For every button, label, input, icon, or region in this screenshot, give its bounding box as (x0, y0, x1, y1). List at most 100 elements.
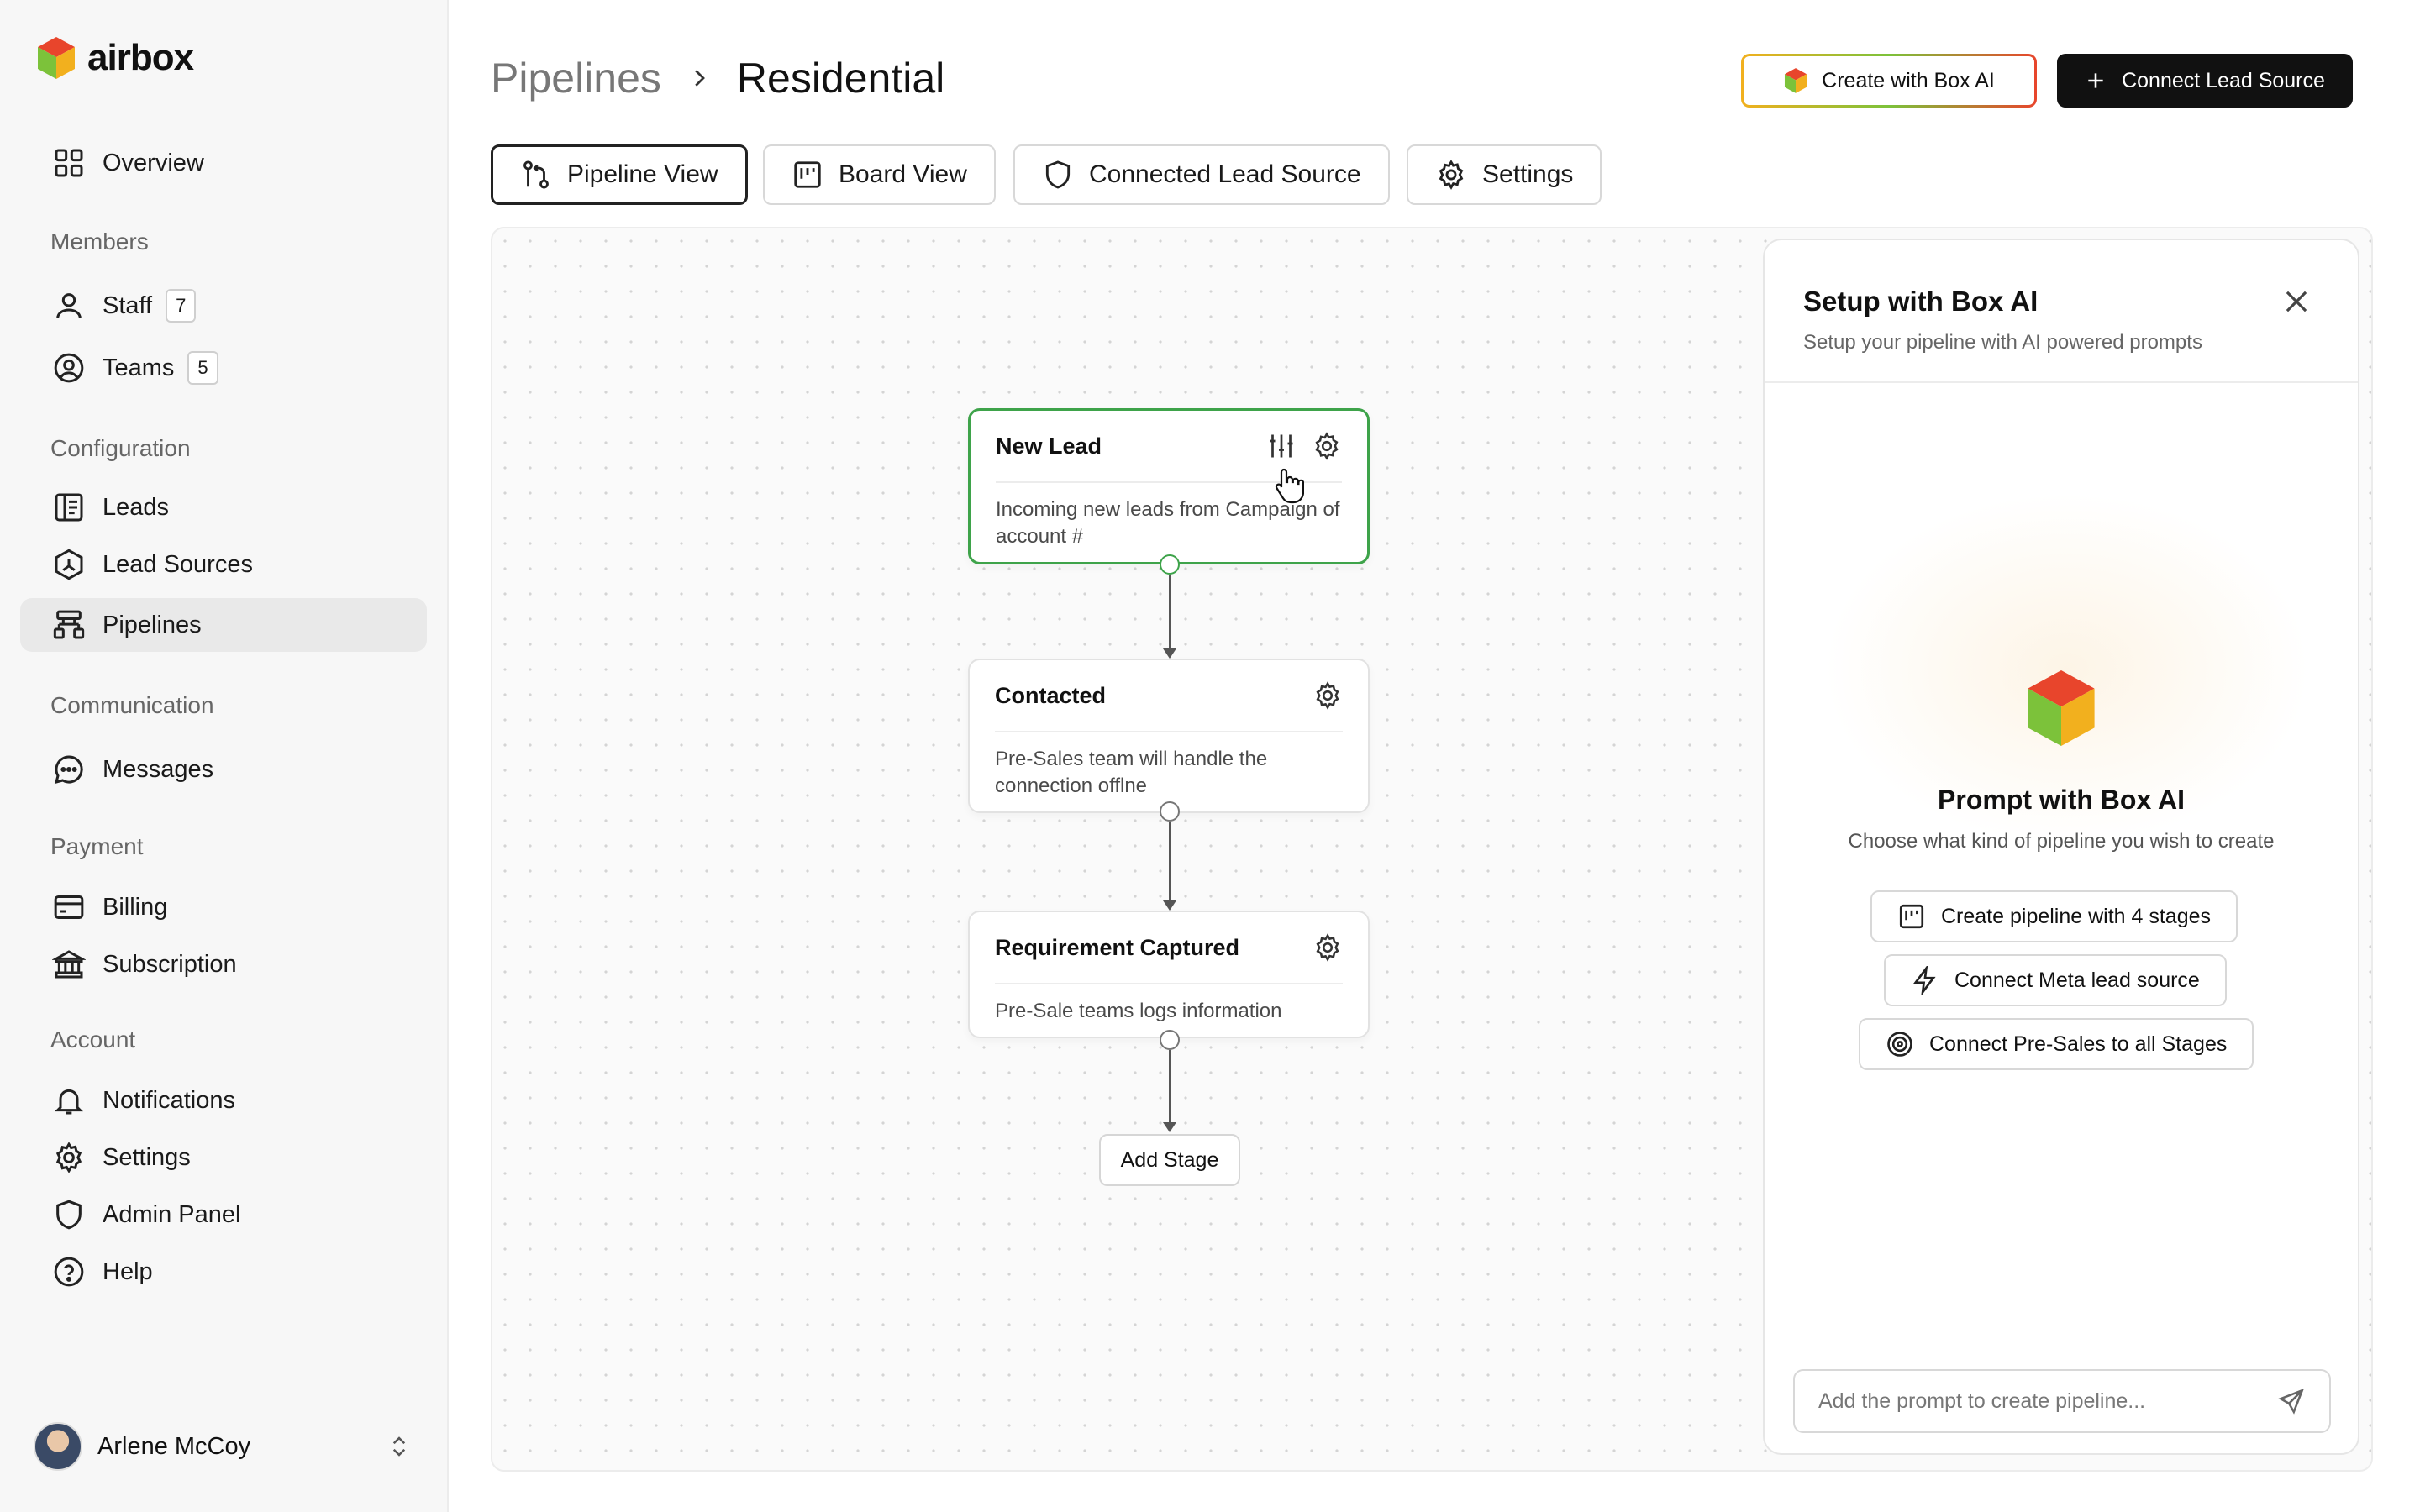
tab-label: Board View (839, 160, 967, 188)
hand-cursor-icon (1274, 467, 1304, 504)
stage-description: Incoming new leads from Campaign of acco… (996, 498, 1340, 548)
board-icon (1899, 904, 1924, 929)
target-icon (1887, 1032, 1912, 1057)
chevron-up-down-icon (387, 1434, 412, 1459)
connect-lead-source-label: Connect Lead Source (2122, 68, 2325, 92)
close-icon[interactable] (2281, 286, 2312, 318)
hexagon-icon (50, 546, 87, 583)
stage-description: Pre-Sale teams logs information (995, 1000, 1282, 1022)
create-with-box-ai-button[interactable]: Create with Box AI (1741, 54, 2037, 108)
suggestion-connect-meta[interactable]: Connect Meta lead source (1884, 954, 2227, 1006)
stage-card-requirement-captured[interactable]: Requirement Captured Pre-Sale teams logs… (968, 911, 1370, 1038)
sidebar-item-help[interactable]: Help (20, 1245, 427, 1299)
lightning-icon (1912, 966, 1936, 995)
stage-title: New Lead (996, 433, 1102, 459)
stage-header: Requirement Captured (995, 912, 1343, 984)
suggestion-create-pipeline[interactable]: Create pipeline with 4 stages (1870, 890, 2238, 942)
gear-icon[interactable] (1312, 431, 1342, 461)
user-circle-icon (50, 349, 87, 386)
prompt-subtitle: Choose what kind of pipeline you wish to… (1848, 830, 2275, 853)
tab-label: Connected Lead Source (1089, 160, 1361, 188)
sidebar-item-teams[interactable]: Teams 5 (20, 341, 427, 395)
section-label-payment: Payment (50, 833, 144, 859)
connector-node[interactable] (1160, 801, 1180, 822)
suggestion-connect-presales[interactable]: Connect Pre-Sales to all Stages (1859, 1018, 2254, 1070)
prompt-input[interactable] (1818, 1389, 2277, 1414)
help-circle-icon (50, 1253, 87, 1290)
box-ai-panel: Setup with Box AI Setup your pipeline wi… (1763, 239, 2360, 1455)
gear-icon (1439, 160, 1464, 190)
airbox-cube-icon (38, 37, 75, 79)
stage-tools (1313, 680, 1343, 711)
sidebar-item-pipelines[interactable]: Pipelines (20, 598, 427, 652)
send-icon[interactable] (2277, 1387, 2306, 1415)
brand-logo[interactable]: airbox (35, 35, 194, 81)
tab-label: Settings (1482, 160, 1574, 188)
connect-lead-source-button[interactable]: Connect Lead Source (2057, 54, 2353, 108)
gear-icon[interactable] (1313, 932, 1343, 963)
user-name: Arlene McCoy (97, 1432, 251, 1460)
credit-card-icon (50, 889, 87, 926)
sidebar-item-admin-panel[interactable]: Admin Panel (20, 1188, 427, 1242)
create-with-box-ai-label: Create with Box AI (1822, 68, 1995, 92)
sidebar-item-overview[interactable]: Overview (20, 136, 427, 190)
connector-line (1169, 1050, 1171, 1127)
panel-header: Setup with Box AI Setup your pipeline wi… (1765, 240, 2358, 383)
sidebar-item-settings[interactable]: Settings (20, 1131, 427, 1184)
arrow-down-icon (1163, 900, 1176, 911)
stage-tools (1313, 932, 1343, 963)
bell-icon (50, 1082, 87, 1119)
sidebar-item-label: Subscription (103, 950, 237, 978)
arrow-down-icon (1163, 648, 1176, 659)
section-label-members: Members (50, 228, 149, 255)
sidebar: airbox Overview Members Staff 7 Teams 5 … (0, 0, 449, 1512)
connector-node[interactable] (1160, 1030, 1180, 1050)
shield-icon (50, 1196, 87, 1233)
gear-icon[interactable] (1313, 680, 1343, 711)
sidebar-item-leads[interactable]: Leads (20, 480, 427, 534)
sidebar-item-subscription[interactable]: Subscription (20, 937, 427, 991)
sidebar-item-label: Billing (103, 893, 168, 921)
user-menu[interactable]: Arlene McCoy (34, 1420, 415, 1473)
breadcrumb: Pipelines Residential (491, 54, 944, 102)
bank-icon (50, 946, 87, 983)
sidebar-item-label: Pipelines (103, 611, 202, 638)
sidebar-item-label: Notifications (103, 1086, 235, 1114)
sidebar-item-notifications[interactable]: Notifications (20, 1074, 427, 1127)
sidebar-item-label: Teams (103, 354, 175, 381)
stage-tools (1266, 431, 1342, 461)
chevron-right-icon (687, 66, 712, 91)
arrow-down-icon (1163, 1122, 1176, 1132)
chat-icon (50, 751, 87, 788)
stage-title: Requirement Captured (995, 934, 1240, 960)
section-label-communication: Communication (50, 692, 214, 718)
sliders-icon[interactable] (1266, 431, 1297, 461)
tab-pipeline-view[interactable]: Pipeline View (491, 144, 748, 205)
sidebar-item-label: Lead Sources (103, 550, 253, 578)
board-icon (794, 161, 821, 188)
stage-card-contacted[interactable]: Contacted Pre-Sales team will handle the… (968, 659, 1370, 813)
user-icon (50, 287, 87, 324)
suggestion-label: Connect Meta lead source (1954, 968, 2200, 992)
page-title: Residential (736, 55, 945, 102)
tab-board-view[interactable]: Board View (763, 144, 996, 205)
connector-line (1169, 822, 1171, 906)
shield-icon (1045, 160, 1071, 189)
sidebar-item-billing[interactable]: Billing (20, 880, 427, 934)
tab-settings[interactable]: Settings (1407, 144, 1602, 205)
sidebar-item-label: Settings (103, 1143, 191, 1171)
stage-card-new-lead[interactable]: New Lead Incoming new leads from Campaig… (968, 408, 1370, 564)
sidebar-item-staff[interactable]: Staff 7 (20, 279, 427, 333)
add-stage-button[interactable]: Add Stage (1099, 1134, 1240, 1186)
stage-header: Contacted (995, 660, 1343, 732)
sidebar-item-label: Leads (103, 493, 170, 521)
connector-node[interactable] (1160, 554, 1180, 575)
breadcrumb-parent[interactable]: Pipelines (491, 54, 661, 102)
plus-icon (2088, 73, 2103, 88)
tab-connected-lead-source[interactable]: Connected Lead Source (1013, 144, 1390, 205)
brand-name: airbox (87, 37, 194, 78)
sidebar-item-messages[interactable]: Messages (20, 743, 427, 796)
box-ai-cube-icon (2023, 667, 2099, 749)
panel-title: Setup with Box AI (1803, 286, 2039, 317)
sidebar-item-lead-sources[interactable]: Lead Sources (20, 538, 427, 591)
